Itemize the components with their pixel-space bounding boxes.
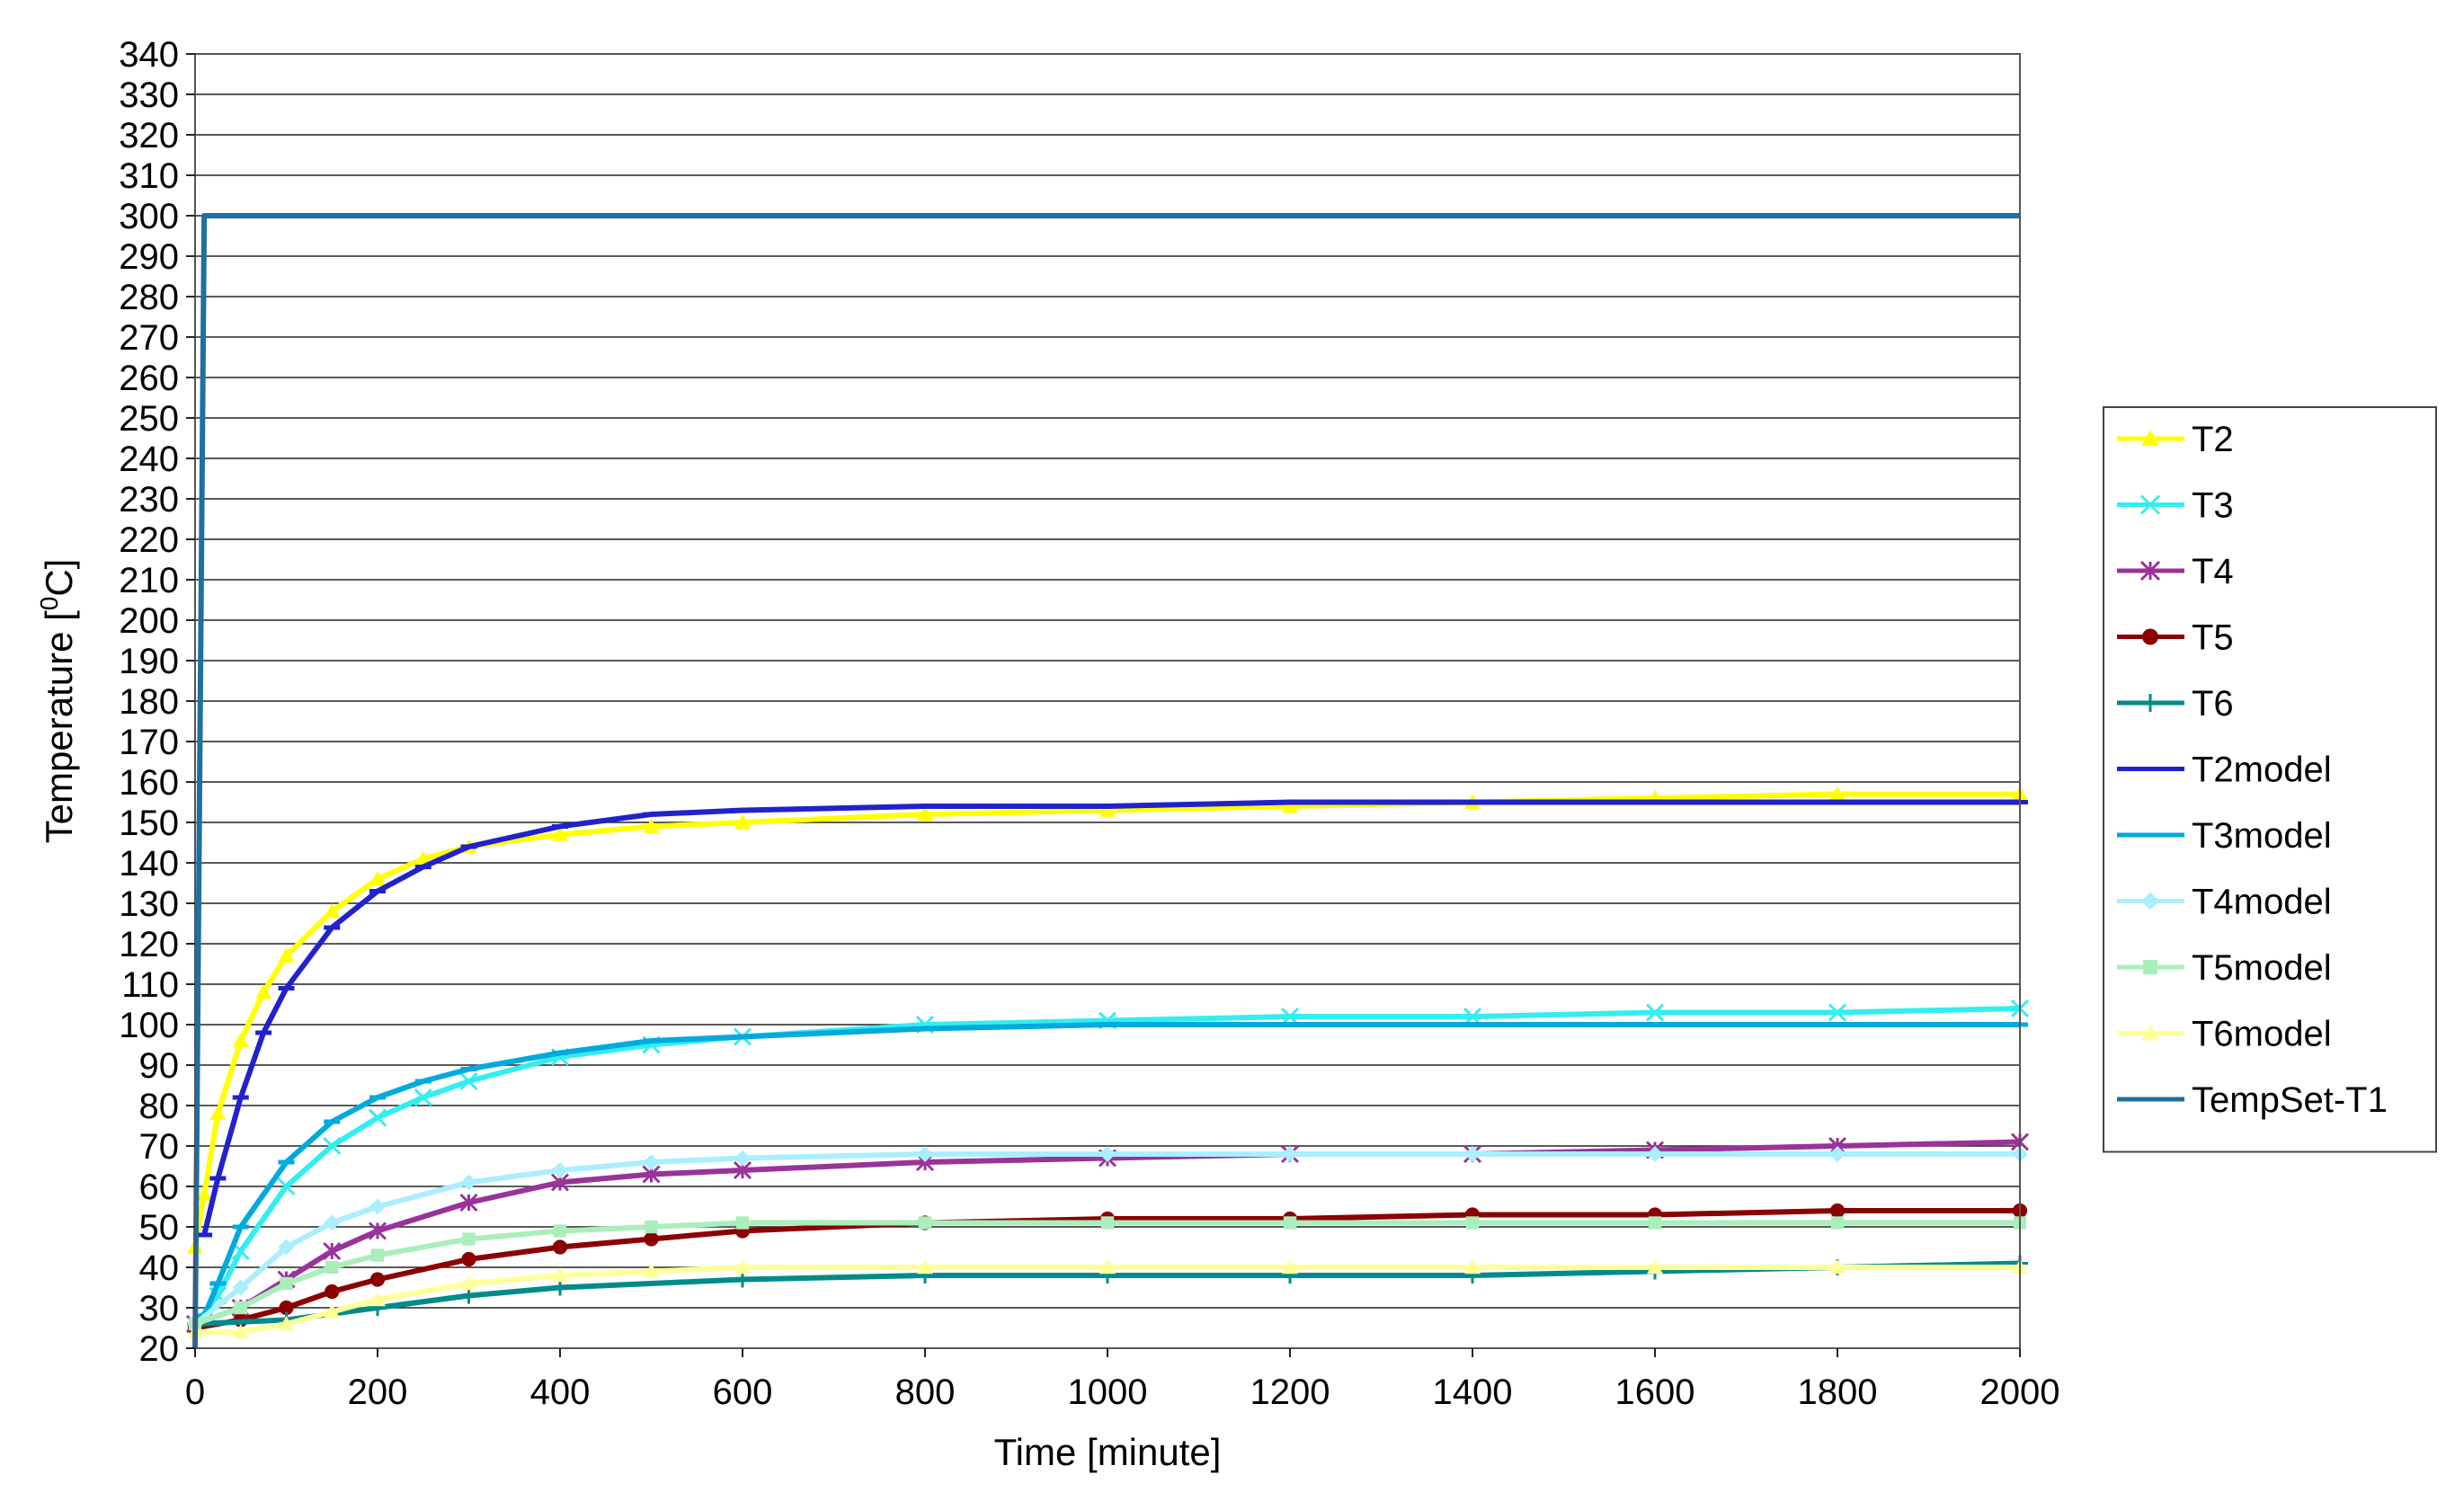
data-point-t5model bbox=[1283, 1216, 1297, 1230]
legend-label-t5: T5 bbox=[2192, 618, 2234, 658]
y-tick-label: 250 bbox=[119, 399, 179, 439]
legend-marker-t5model bbox=[2143, 960, 2157, 974]
legend-marker-t5 bbox=[2142, 628, 2158, 645]
legend-label-t2: T2 bbox=[2192, 420, 2234, 459]
data-point-t5model bbox=[1648, 1216, 1662, 1230]
y-tick-label: 110 bbox=[121, 965, 179, 1005]
x-tick-label: 1400 bbox=[1433, 1372, 1513, 1412]
y-tick-label: 340 bbox=[119, 35, 179, 75]
data-point-t5 bbox=[552, 1239, 568, 1255]
x-tick-label: 1200 bbox=[1250, 1372, 1330, 1412]
legend-label-t5model: T5model bbox=[2192, 948, 2332, 988]
y-tick-label: 30 bbox=[139, 1289, 180, 1328]
y-tick-label: 200 bbox=[119, 601, 179, 641]
legend-label-t3: T3 bbox=[2192, 486, 2234, 526]
legend-label-t4: T4 bbox=[2192, 552, 2234, 591]
y-tick-label: 240 bbox=[119, 440, 179, 479]
y-tick-label: 100 bbox=[119, 1006, 179, 1045]
y-tick-label: 70 bbox=[139, 1127, 180, 1167]
x-tick-label: 1600 bbox=[1615, 1372, 1695, 1412]
x-tick-label: 2000 bbox=[1980, 1372, 2060, 1412]
x-tick-label: 600 bbox=[713, 1372, 773, 1412]
y-tick-label: 130 bbox=[119, 884, 179, 924]
data-point-t5model bbox=[918, 1216, 932, 1230]
data-point-t5model bbox=[462, 1232, 476, 1246]
x-tick-label: 200 bbox=[348, 1372, 408, 1412]
legend-label-t2model: T2model bbox=[2192, 751, 2332, 790]
legend-label-t6model: T6model bbox=[2192, 1015, 2332, 1054]
legend-label-t6: T6 bbox=[2192, 684, 2234, 724]
x-tick-label: 1000 bbox=[1068, 1372, 1148, 1412]
data-point-t5 bbox=[325, 1284, 340, 1300]
line-chart: 2030405060708090100110120130140150160170… bbox=[0, 0, 2464, 1510]
data-point-t5model bbox=[1465, 1216, 1480, 1230]
y-tick-label: 270 bbox=[119, 318, 179, 358]
y-tick-label: 160 bbox=[119, 763, 179, 803]
x-tick-label: 800 bbox=[895, 1372, 956, 1412]
data-point-t5model bbox=[370, 1248, 385, 1262]
legend: T2 T3 T4 T5 T6 T2model T3model T4model T5model T6… bbox=[2103, 406, 2437, 1153]
x-tick-label: 400 bbox=[530, 1372, 591, 1412]
data-point-t5model bbox=[735, 1216, 750, 1230]
data-point-t5model bbox=[645, 1220, 658, 1234]
x-tick-label: 0 bbox=[185, 1372, 205, 1412]
y-tick-label: 20 bbox=[139, 1329, 180, 1369]
y-tick-label: 280 bbox=[119, 278, 179, 317]
data-point-t5 bbox=[369, 1272, 386, 1287]
legend-label-t3model: T3model bbox=[2192, 816, 2332, 856]
data-point-t5 bbox=[644, 1231, 659, 1247]
data-point-t5 bbox=[461, 1251, 476, 1267]
y-tick-label: 310 bbox=[119, 156, 179, 196]
y-tick-label: 210 bbox=[119, 561, 179, 600]
y-tick-label: 80 bbox=[139, 1087, 180, 1126]
x-axis-title: Time [minute] bbox=[994, 1431, 1222, 1473]
y-tick-label: 300 bbox=[119, 197, 179, 236]
data-point-t5model bbox=[553, 1224, 567, 1238]
y-tick-label: 230 bbox=[119, 480, 179, 520]
y-tick-label: 50 bbox=[139, 1208, 180, 1248]
y-tick-label: 60 bbox=[139, 1168, 180, 1207]
legend-label-t4model: T4model bbox=[2192, 883, 2332, 922]
y-tick-label: 220 bbox=[119, 520, 179, 560]
y-tick-label: 40 bbox=[139, 1248, 180, 1288]
legend-label-tempset-t1: TempSet-T1 bbox=[2192, 1080, 2388, 1120]
y-tick-label: 180 bbox=[119, 682, 179, 722]
x-tick-label: 1800 bbox=[1798, 1372, 1878, 1412]
data-point-t5model bbox=[280, 1276, 293, 1291]
y-tick-label: 330 bbox=[119, 76, 179, 115]
y-tick-label: 90 bbox=[139, 1046, 180, 1086]
y-tick-label: 190 bbox=[119, 642, 179, 681]
y-tick-label: 120 bbox=[119, 925, 179, 964]
y-tick-label: 260 bbox=[119, 359, 179, 398]
y-tick-label: 170 bbox=[119, 723, 179, 762]
data-point-t5 bbox=[1829, 1203, 1846, 1219]
data-point-t5model bbox=[234, 1301, 247, 1315]
y-tick-label: 150 bbox=[119, 804, 179, 843]
data-point-t5model bbox=[325, 1260, 339, 1275]
data-point-t5model bbox=[1830, 1216, 1845, 1230]
data-point-t5model bbox=[1100, 1216, 1115, 1230]
y-tick-label: 140 bbox=[119, 844, 179, 884]
y-tick-label: 320 bbox=[119, 116, 179, 155]
y-tick-label: 290 bbox=[119, 237, 179, 277]
